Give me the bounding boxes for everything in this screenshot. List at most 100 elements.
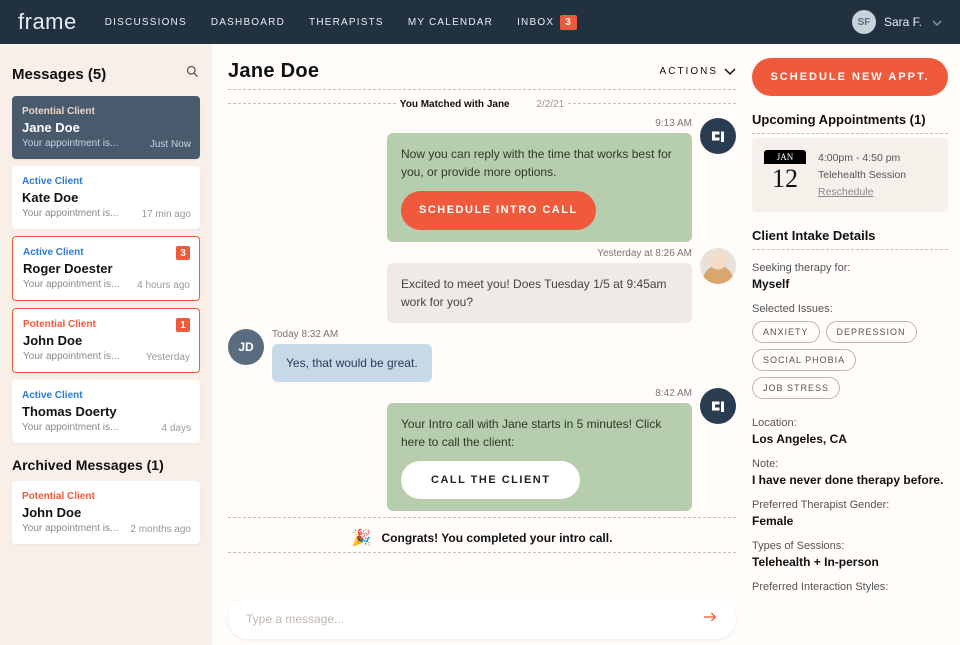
chat-title: Jane Doe — [228, 60, 319, 83]
message-time: 4 hours ago — [137, 280, 190, 291]
congrats-text: Congrats! You completed your intro call. — [382, 531, 613, 545]
divider — [752, 133, 948, 134]
timestamp: Yesterday at 8:26 AM — [387, 248, 692, 259]
issues-label: Selected Issues: — [752, 303, 948, 315]
message-card[interactable]: Potential ClientJohn DoeYour appointment… — [12, 481, 200, 544]
nav-inbox[interactable]: INBOX 3 — [517, 15, 577, 30]
seeking-label: Seeking therapy for: — [752, 262, 948, 274]
client-name: John Doe — [22, 505, 190, 520]
divider — [228, 89, 736, 90]
message-text: Yes, that would be great. — [272, 344, 432, 382]
call-the-client-button[interactable]: CALL THE CLIENT — [401, 461, 580, 500]
message-time: Just Now — [150, 139, 191, 150]
issue-chip: ANXIETY — [752, 321, 820, 343]
reschedule-link[interactable]: Reschedule — [818, 184, 906, 201]
unread-badge: 3 — [176, 246, 190, 260]
schedule-new-appt-button[interactable]: SCHEDULE NEW APPT. — [752, 58, 948, 96]
message-card[interactable]: Potential ClientJohn DoeYour appointment… — [12, 308, 200, 373]
therapist-message: JD Today 8:32 AM Yes, that would be grea… — [228, 329, 736, 382]
message-time: 17 min ago — [142, 209, 191, 220]
actions-dropdown[interactable]: ACTIONS — [660, 66, 736, 77]
nav-therapists[interactable]: THERAPISTS — [309, 17, 384, 28]
match-divider: You Matched with Jane 2/2/21 — [228, 94, 736, 112]
client-name: Kate Doe — [22, 190, 190, 205]
appt-type: Telehealth Session — [818, 167, 906, 184]
user-menu[interactable]: SF Sara F. — [852, 10, 942, 34]
frame-avatar-icon — [700, 118, 736, 154]
message-text: Now you can reply with the time that wor… — [401, 147, 672, 179]
client-type-label: Active Client — [23, 247, 189, 258]
location-label: Location: — [752, 417, 948, 429]
system-message: 9:13 AM Now you can reply with the time … — [228, 118, 736, 242]
message-card[interactable]: Active ClientKate DoeYour appointment is… — [12, 166, 200, 229]
gender-value: Female — [752, 514, 948, 528]
issue-chip: DEPRESSION — [826, 321, 917, 343]
match-date: 2/2/21 — [526, 99, 574, 110]
logo[interactable]: frame — [18, 9, 77, 35]
client-type-label: Potential Client — [23, 319, 189, 330]
timestamp: 9:13 AM — [387, 118, 692, 129]
location-value: Los Angeles, CA — [752, 432, 948, 446]
message-time: 2 months ago — [130, 524, 191, 535]
chevron-down-icon — [724, 68, 736, 76]
divider — [228, 517, 736, 518]
party-popper-icon: 🎉 — [352, 528, 372, 548]
calendar-icon: JAN 12 — [764, 150, 806, 200]
timestamp: Today 8:32 AM — [272, 329, 432, 340]
sessions-value: Telehealth + In-person — [752, 555, 948, 569]
client-message: Yesterday at 8:26 AM Excited to meet you… — [228, 248, 736, 323]
cal-day: 12 — [764, 164, 806, 194]
nav-dashboard[interactable]: DASHBOARD — [211, 17, 285, 28]
message-time: 4 days — [162, 423, 191, 434]
issues-chips: ANXIETYDEPRESSIONSOCIAL PHOBIAJOB STRESS — [752, 321, 948, 405]
send-icon[interactable] — [702, 609, 718, 630]
archived-list: Potential ClientJohn DoeYour appointment… — [12, 481, 200, 544]
chevron-down-icon — [932, 15, 942, 29]
avatar: SF — [852, 10, 876, 34]
client-type-label: Potential Client — [22, 106, 190, 117]
frame-avatar-icon — [700, 388, 736, 424]
message-input[interactable] — [246, 612, 702, 626]
system-message: 8:42 AM Your Intro call with Jane starts… — [228, 388, 736, 512]
client-name: John Doe — [23, 333, 189, 348]
actions-label: ACTIONS — [660, 66, 718, 77]
match-label: You Matched with Jane — [390, 99, 520, 110]
message-list: Potential ClientJane DoeYour appointment… — [12, 96, 200, 443]
message-time: Yesterday — [146, 352, 190, 363]
archived-heading: Archived Messages (1) — [12, 457, 200, 473]
message-card[interactable]: Active ClientThomas DoertyYour appointme… — [12, 380, 200, 443]
message-composer[interactable] — [228, 599, 736, 639]
note-label: Note: — [752, 458, 948, 470]
unread-badge: 1 — [176, 318, 190, 332]
nav-inbox-label: INBOX — [517, 17, 554, 28]
search-icon[interactable] — [185, 64, 200, 84]
client-name: Thomas Doerty — [22, 404, 190, 419]
client-type-label: Active Client — [22, 176, 190, 187]
sessions-label: Types of Sessions: — [752, 540, 948, 552]
divider — [752, 249, 948, 250]
message-card[interactable]: Potential ClientJane DoeYour appointment… — [12, 96, 200, 159]
appointment-card: JAN 12 4:00pm - 4:50 pm Telehealth Sessi… — [752, 138, 948, 212]
issue-chip: JOB STRESS — [752, 377, 840, 399]
client-type-label: Active Client — [22, 390, 190, 401]
details-sidebar: SCHEDULE NEW APPT. Upcoming Appointments… — [752, 44, 960, 645]
upcoming-heading: Upcoming Appointments (1) — [752, 112, 948, 127]
cal-month: JAN — [764, 150, 806, 164]
message-card[interactable]: Active ClientRoger DoesterYour appointme… — [12, 236, 200, 301]
schedule-intro-call-button[interactable]: SCHEDULE INTRO CALL — [401, 191, 596, 230]
therapist-avatar: JD — [228, 329, 264, 365]
gender-label: Preferred Therapist Gender: — [752, 499, 948, 511]
intake-heading: Client Intake Details — [752, 228, 948, 243]
timestamp: 8:42 AM — [387, 388, 692, 399]
inbox-badge: 3 — [560, 15, 577, 30]
divider — [228, 552, 736, 553]
interaction-label: Preferred Interaction Styles: — [752, 581, 948, 593]
client-name: Roger Doester — [23, 261, 189, 276]
chat-pane: Jane Doe ACTIONS You Matched with Jane 2… — [212, 44, 752, 645]
messages-heading: Messages (5) — [12, 66, 106, 83]
nav-my-calendar[interactable]: MY CALENDAR — [408, 17, 493, 28]
appt-time: 4:00pm - 4:50 pm — [818, 150, 906, 167]
messages-sidebar: Messages (5) Potential ClientJane DoeYou… — [0, 44, 212, 645]
nav-discussions[interactable]: DISCUSSIONS — [105, 17, 187, 28]
message-text: Your Intro call with Jane starts in 5 mi… — [401, 417, 661, 449]
